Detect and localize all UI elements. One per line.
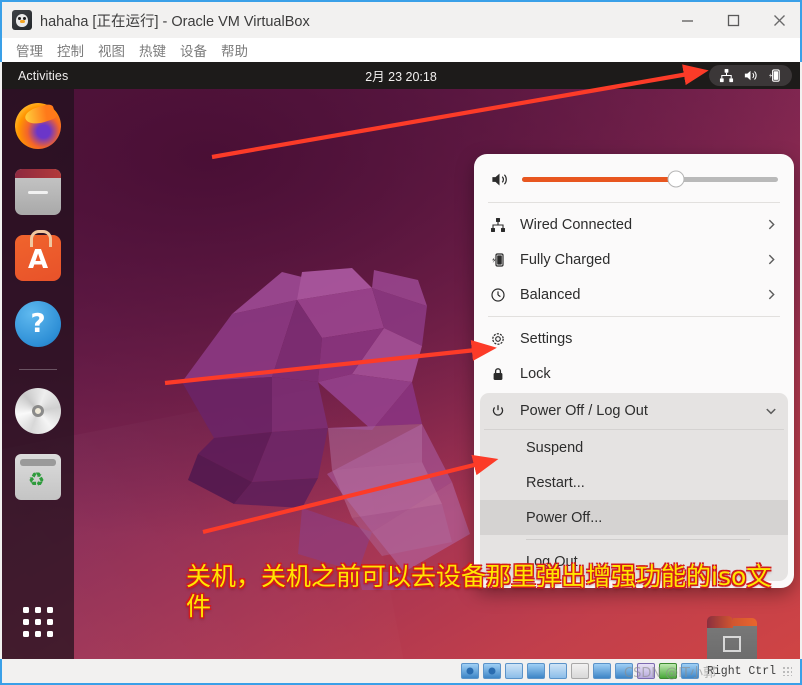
ubuntu-dock: A ? ♻ bbox=[2, 89, 74, 659]
power-icon bbox=[490, 403, 520, 419]
volume-icon bbox=[743, 68, 758, 83]
virtualbox-penguin-icon bbox=[12, 10, 32, 30]
home-folder-icon bbox=[707, 616, 757, 659]
menu-item-restart[interactable]: Restart... bbox=[480, 465, 788, 500]
menu-item-wired-connected[interactable]: Wired Connected bbox=[474, 207, 794, 242]
annotation-text: 关机，关机之前可以去设备那里弹出增强功能的iso文件 bbox=[186, 562, 772, 621]
dock-item-help[interactable]: ? bbox=[15, 301, 61, 347]
menu-item-label: Settings bbox=[520, 330, 573, 347]
gnome-top-bar: Activities 2月 23 20:18 bbox=[2, 62, 800, 89]
dock-item-disc[interactable] bbox=[15, 388, 61, 434]
menu-item-label: Suspend bbox=[526, 439, 584, 456]
volume-slider-handle[interactable] bbox=[667, 170, 685, 188]
menu-item-label: Power Off / Log Out bbox=[520, 403, 648, 419]
menu-item-view[interactable]: 视图 bbox=[91, 40, 132, 60]
speedometer-icon bbox=[490, 287, 520, 303]
battery-charging-icon bbox=[767, 68, 782, 83]
chevron-down-icon[interactable] bbox=[764, 404, 778, 418]
desktop-home-icon[interactable]: Home bbox=[690, 616, 774, 659]
menu-item-label: Lock bbox=[520, 365, 551, 382]
audio-icon[interactable] bbox=[504, 663, 523, 679]
menu-item-fully-charged[interactable]: Fully Charged bbox=[474, 242, 794, 277]
network-icon[interactable] bbox=[526, 663, 545, 679]
menu-item-suspend[interactable]: Suspend bbox=[480, 430, 788, 465]
watermark: CSDN @IT小郭 bbox=[624, 666, 716, 681]
battery-charging-icon bbox=[490, 252, 520, 268]
network-wired-icon bbox=[719, 68, 734, 83]
menu-item-label: Balanced bbox=[520, 286, 581, 303]
software-glyph: A bbox=[27, 245, 49, 275]
menu-item-power-off[interactable]: Power Off... bbox=[480, 500, 788, 535]
virtualbox-window: hahaha [正在运行] - Oracle VM VirtualBox 管理 … bbox=[0, 0, 802, 685]
menu-item-machine[interactable]: 控制 bbox=[50, 40, 91, 60]
menu-item-lock[interactable]: Lock bbox=[474, 356, 794, 391]
optical-disk-icon[interactable] bbox=[482, 663, 501, 679]
menu-item-label: Fully Charged bbox=[520, 251, 611, 268]
usb-icon[interactable] bbox=[548, 663, 567, 679]
dock-item-files[interactable] bbox=[15, 169, 61, 215]
gnome-system-menu: Wired Connected Fully Charged Balanced S… bbox=[474, 154, 794, 588]
gear-icon bbox=[490, 331, 520, 347]
network-wired-icon bbox=[490, 217, 520, 233]
menu-item-power-off-log-out[interactable]: Power Off / Log Out bbox=[480, 393, 788, 429]
virtualbox-menubar: 管理 控制 视图 热键 设备 帮助 bbox=[0, 38, 802, 62]
menu-item-label: Power Off... bbox=[526, 509, 603, 526]
volume-high-icon bbox=[490, 170, 516, 189]
window-controls bbox=[664, 1, 802, 39]
chevron-right-icon bbox=[765, 253, 778, 266]
show-applications-icon[interactable] bbox=[23, 607, 53, 637]
shared-folder-icon[interactable] bbox=[570, 663, 589, 679]
jellyfish-wallpaper-art bbox=[182, 268, 470, 590]
lock-icon bbox=[490, 366, 520, 382]
system-status-area[interactable] bbox=[709, 65, 792, 86]
close-icon[interactable] bbox=[756, 1, 802, 39]
activities-button[interactable]: Activities bbox=[18, 69, 68, 83]
resize-grip-icon[interactable] bbox=[782, 666, 792, 676]
menu-item-label: Wired Connected bbox=[520, 216, 633, 233]
power-off-log-out-section: Power Off / Log Out Suspend Restart... P… bbox=[480, 393, 788, 581]
menu-item-help[interactable]: 帮助 bbox=[214, 40, 255, 60]
host-key-label: Right Ctrl bbox=[706, 664, 776, 678]
maximize-icon[interactable] bbox=[710, 1, 756, 39]
menu-divider bbox=[488, 316, 780, 317]
menu-item-label: Restart... bbox=[526, 474, 585, 491]
display-icon[interactable] bbox=[592, 663, 611, 679]
expander-divider bbox=[526, 539, 750, 540]
volume-slider[interactable] bbox=[522, 170, 778, 188]
help-glyph: ? bbox=[30, 309, 46, 339]
window-title: hahaha [正在运行] - Oracle VM VirtualBox bbox=[40, 13, 310, 30]
dock-separator bbox=[19, 369, 57, 370]
menu-item-settings[interactable]: Settings bbox=[474, 321, 794, 356]
chevron-right-icon bbox=[765, 218, 778, 231]
volume-slider-fill bbox=[522, 176, 676, 182]
menu-item-input[interactable]: 热键 bbox=[132, 40, 173, 60]
menu-divider bbox=[488, 202, 780, 203]
clock[interactable]: 2月 23 20:18 bbox=[365, 66, 437, 85]
hard-disk-icon[interactable] bbox=[460, 663, 479, 679]
recycle-glyph: ♻ bbox=[28, 470, 46, 491]
volume-slider-row[interactable] bbox=[474, 160, 794, 198]
dock-item-firefox[interactable] bbox=[15, 103, 61, 149]
chevron-right-icon bbox=[765, 288, 778, 301]
minimize-icon[interactable] bbox=[664, 1, 710, 39]
dock-item-trash[interactable]: ♻ bbox=[15, 454, 61, 500]
menu-item-balanced[interactable]: Balanced bbox=[474, 277, 794, 312]
menu-item-devices[interactable]: 设备 bbox=[173, 40, 214, 60]
window-titlebar: hahaha [正在运行] - Oracle VM VirtualBox bbox=[0, 0, 802, 40]
menu-item-manage[interactable]: 管理 bbox=[9, 40, 50, 60]
dock-item-ubuntu-software[interactable]: A bbox=[15, 230, 61, 281]
